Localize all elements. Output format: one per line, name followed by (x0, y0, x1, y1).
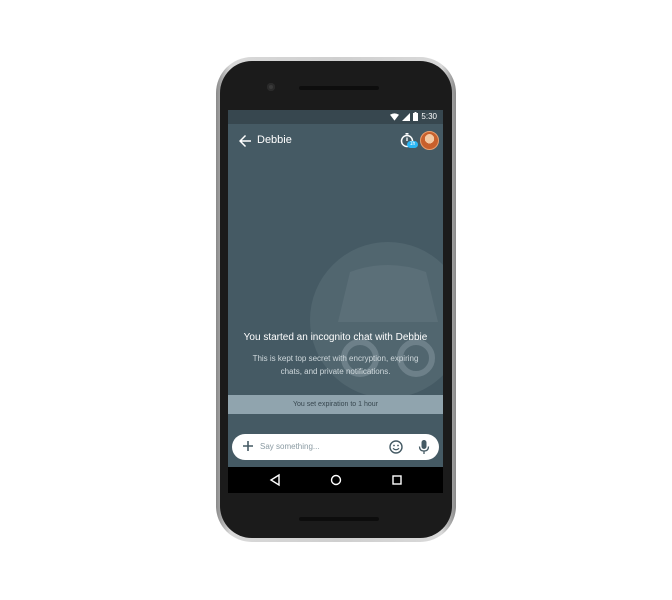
nav-back-icon[interactable] (268, 473, 282, 487)
incognito-heading: You started an incognito chat with Debbi… (243, 332, 428, 343)
nav-home-icon[interactable] (329, 473, 343, 487)
incognito-description: This is kept top secret with encryption,… (252, 354, 419, 376)
compose-bar: Say something... (232, 434, 439, 460)
battery-icon (413, 112, 419, 121)
expiration-banner: You set expiration to 1 hour (228, 395, 443, 414)
front-camera (267, 83, 275, 91)
top-speaker (299, 86, 379, 90)
contact-avatar[interactable] (420, 131, 439, 150)
add-icon[interactable] (241, 439, 255, 453)
status-time: 5:30 (421, 112, 437, 121)
wifi-icon (390, 112, 400, 121)
chat-screen: 5:30 Debbie 1h You started an incognito … (228, 110, 443, 493)
emoji-icon[interactable] (389, 440, 403, 454)
app-bar: Debbie 1h (228, 124, 443, 158)
timer-badge: 1h (407, 141, 418, 148)
system-nav-bar (228, 467, 443, 493)
conversation-title: Debbie (257, 134, 292, 146)
message-input[interactable]: Say something... (260, 442, 320, 451)
status-icons: 5:30 (390, 112, 437, 121)
signal-icon (402, 112, 411, 121)
mic-icon[interactable] (417, 439, 431, 455)
bottom-speaker (299, 517, 379, 521)
nav-recents-icon[interactable] (390, 473, 404, 487)
status-bar: 5:30 (228, 110, 443, 124)
back-arrow-icon[interactable] (236, 132, 254, 150)
